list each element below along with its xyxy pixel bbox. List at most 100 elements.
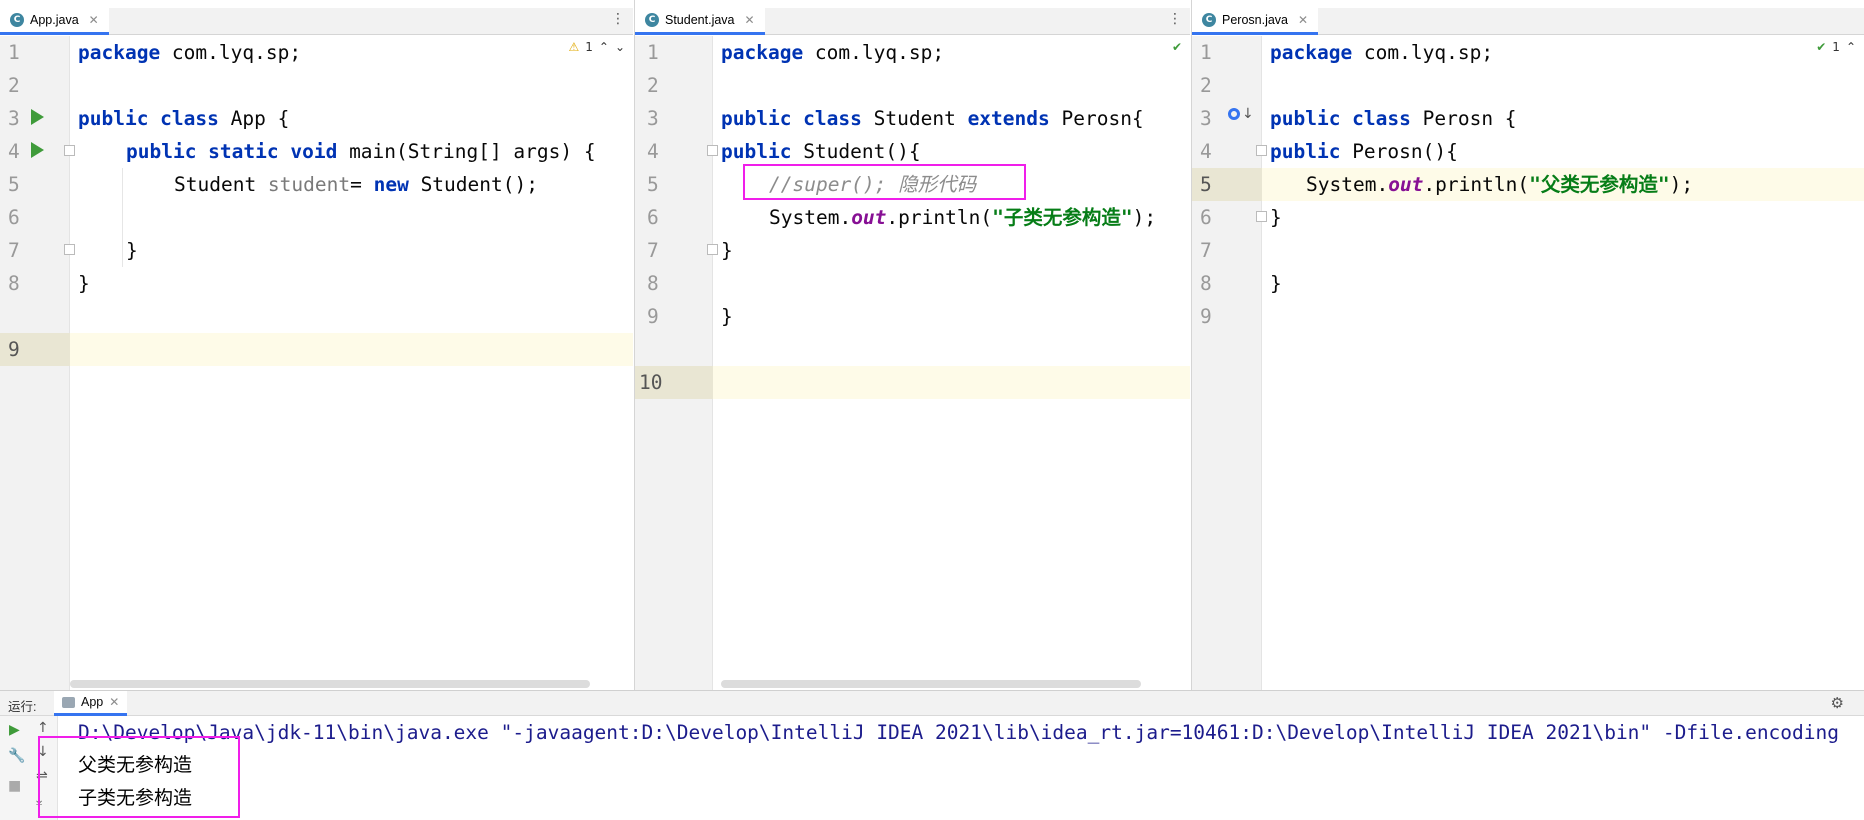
- run-tab-label: App: [81, 695, 104, 709]
- tab-perosn-java[interactable]: C Perosn.java ✕: [1192, 8, 1319, 35]
- line-number: 5: [1200, 173, 1212, 196]
- run-label: 运行:: [8, 700, 37, 714]
- tab-student-java[interactable]: C Student.java ✕: [635, 8, 765, 35]
- line-number: 7: [1200, 239, 1212, 262]
- warning-count: 1: [585, 40, 593, 54]
- code-line: public Perosn(){: [1270, 140, 1458, 163]
- line-number: 6: [647, 206, 659, 229]
- line-number: 8: [647, 272, 659, 295]
- application-icon: [62, 696, 75, 708]
- more-vertical-icon[interactable]: ⋮: [1168, 11, 1182, 27]
- editor-pane-student: C Student.java ✕ ⋮ 1 2 3 4 5 6 7 8 9 10 …: [634, 0, 1190, 690]
- close-icon[interactable]: ✕: [109, 695, 119, 709]
- line-number: 8: [1200, 272, 1212, 295]
- run-console[interactable]: ▶ 🔧 ■ ↑ ↓ ⇌ ⤓ D:\Develop\Java\jdk-11\bin…: [0, 716, 1864, 820]
- code-line: package com.lyq.sp;: [78, 41, 302, 64]
- arrow-down-icon: ↓: [1242, 106, 1254, 122]
- run-icon[interactable]: [31, 142, 44, 158]
- code-line: public class Student extends Perosn{: [721, 107, 1144, 130]
- inspection-widget[interactable]: ✔: [1172, 40, 1182, 54]
- line-number: 9: [8, 338, 20, 361]
- code-line: System.out.println("子类无参构造");: [769, 206, 1157, 229]
- chevron-up-icon[interactable]: ⌃: [1846, 40, 1856, 54]
- code-line: package com.lyq.sp;: [721, 41, 945, 64]
- code-line: }: [126, 239, 138, 262]
- code-line: public class Perosn {: [1270, 107, 1517, 130]
- run-side-toolbar: ▶ 🔧 ■: [0, 716, 28, 820]
- editor-pane-perosn: C Perosn.java ✕ 1 2 3 4 5 6 7 8 9 ↓ pack…: [1191, 0, 1864, 690]
- code-line: System.out.println("父类无参构造");: [1306, 173, 1694, 196]
- tab-label: Student.java: [665, 13, 735, 27]
- code-editor[interactable]: 1 2 3 4 5 6 7 8 9 package com.lyq.sp; pu…: [0, 36, 633, 690]
- line-number: 7: [647, 239, 659, 262]
- line-number: 3: [647, 107, 659, 130]
- code-line: Student student= new Student();: [174, 173, 538, 196]
- code-line: public class App {: [78, 107, 290, 130]
- close-icon[interactable]: ✕: [89, 13, 99, 27]
- code-line: }: [1270, 206, 1282, 229]
- horizontal-scrollbar[interactable]: [721, 680, 1141, 688]
- line-gutter: 1 2 3 4 5 6 7 8 9 ↓: [1192, 36, 1267, 690]
- rerun-icon[interactable]: ▶: [9, 722, 20, 738]
- line-number: 9: [1200, 305, 1212, 328]
- code-editor[interactable]: 1 2 3 4 5 6 7 8 9 10 package com.lyq.sp;…: [635, 36, 1190, 690]
- line-number: 4: [647, 140, 659, 163]
- code-line: package com.lyq.sp;: [1270, 41, 1494, 64]
- editor-pane-app: C App.java ✕ ⋮ 1 2 3 4 5 6 7 8 9 package…: [0, 0, 633, 690]
- stop-icon[interactable]: ■: [8, 778, 21, 794]
- java-class-icon: C: [1202, 13, 1216, 27]
- gear-icon[interactable]: ⚙: [1831, 694, 1844, 712]
- code-line: }: [1270, 272, 1282, 295]
- run-icon[interactable]: [31, 109, 44, 125]
- java-class-icon: C: [10, 13, 24, 27]
- current-line: [713, 366, 1190, 399]
- check-icon: ✔: [1171, 40, 1182, 54]
- line-number: 10: [639, 371, 663, 394]
- implemented-marker[interactable]: ↓: [1192, 102, 1262, 135]
- editor-tabbar: C Perosn.java ✕: [1192, 8, 1864, 35]
- code-line: public static void main(String[] args) {: [126, 140, 596, 163]
- check-icon: ✔: [1816, 40, 1827, 54]
- more-vertical-icon[interactable]: ⋮: [611, 11, 625, 27]
- horizontal-scrollbar[interactable]: [70, 680, 590, 688]
- code-line: }: [721, 239, 733, 262]
- line-number: 5: [8, 173, 20, 196]
- code-area[interactable]: package com.lyq.sp; public class App { p…: [70, 36, 633, 690]
- code-area[interactable]: package com.lyq.sp; public class Perosn …: [1262, 36, 1864, 690]
- editor-tabbar: C App.java ✕ ⋮: [0, 8, 633, 35]
- tab-label: Perosn.java: [1222, 13, 1289, 27]
- chevron-down-icon[interactable]: ⌄: [615, 40, 625, 54]
- line-number: 5: [647, 173, 659, 196]
- inspection-widget[interactable]: ✔ 1 ⌃: [1816, 40, 1856, 54]
- arrow-up-icon[interactable]: ↑: [37, 720, 49, 736]
- console-command-line: D:\Develop\Java\jdk-11\bin\java.exe "-ja…: [78, 721, 1839, 744]
- code-area[interactable]: package com.lyq.sp; public class Student…: [713, 36, 1190, 690]
- line-number: 1: [647, 41, 659, 64]
- java-class-icon: C: [645, 13, 659, 27]
- tab-app-java[interactable]: C App.java ✕: [0, 8, 109, 35]
- warning-icon: ⚠: [568, 40, 580, 54]
- line-number: 3: [8, 107, 20, 130]
- current-line: [70, 333, 633, 366]
- line-number: 2: [647, 74, 659, 97]
- close-icon[interactable]: ✕: [1298, 13, 1308, 27]
- line-number: 8: [8, 272, 20, 295]
- line-number: 4: [1200, 140, 1212, 163]
- annotation-highlight-box: [38, 736, 240, 818]
- run-toolbar: 运行: App ✕ ⚙: [0, 690, 1864, 716]
- line-number: 7: [8, 239, 20, 262]
- subclass-gutter-icon: [1228, 108, 1240, 120]
- line-number: 6: [8, 206, 20, 229]
- line-number: 1: [8, 41, 20, 64]
- code-line: }: [78, 272, 90, 295]
- close-icon[interactable]: ✕: [745, 13, 755, 27]
- wrench-icon[interactable]: 🔧: [8, 748, 25, 764]
- annotation-highlight-box: [743, 164, 1026, 200]
- line-number: 6: [1200, 206, 1212, 229]
- code-line: }: [721, 305, 733, 328]
- chevron-up-icon[interactable]: ⌃: [599, 40, 609, 54]
- run-tab-app[interactable]: App ✕: [54, 691, 128, 716]
- inspection-widget[interactable]: ⚠ 1 ⌃ ⌄: [568, 40, 625, 54]
- code-editor[interactable]: 1 2 3 4 5 6 7 8 9 ↓ package com.lyq.sp; …: [1192, 36, 1864, 690]
- line-gutter: 1 2 3 4 5 6 7 8 9: [0, 36, 75, 690]
